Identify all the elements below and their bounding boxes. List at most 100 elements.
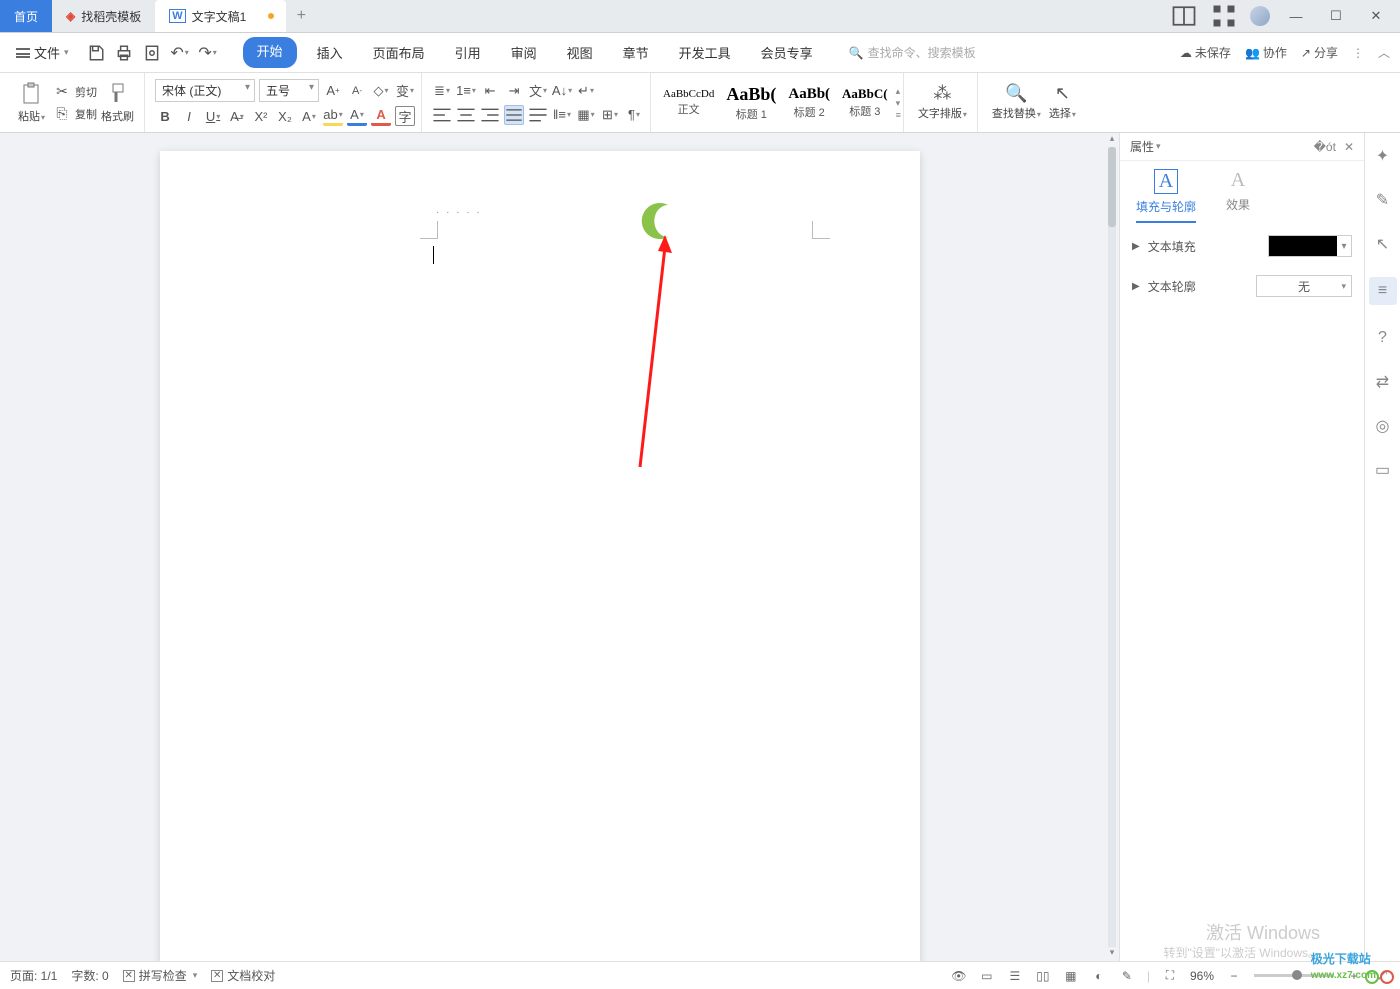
book-icon[interactable]: ▭ [1372,459,1394,481]
text-outline-select[interactable]: 无 [1256,275,1352,297]
user-avatar[interactable] [1250,6,1270,26]
italic-button[interactable]: I [179,106,199,126]
increase-font-icon[interactable]: A+ [323,81,343,101]
scroll-down-icon[interactable]: ▾ [1110,947,1115,961]
outline-view-icon[interactable]: ☰ [1007,968,1023,984]
scroll-track[interactable] [1108,147,1116,947]
tab-member[interactable]: 会员专享 [751,37,823,68]
align-right-icon[interactable] [480,105,500,125]
underline-button[interactable]: U [203,106,223,126]
tab-effects[interactable]: A效果 [1226,169,1250,223]
zoom-out-icon[interactable]: − [1226,968,1242,984]
pin-icon[interactable]: �ót [1314,140,1336,154]
pen-icon[interactable]: ✎ [1372,189,1394,211]
share-button[interactable]: ↗分享 [1301,44,1338,61]
maximize-button[interactable]: ☐ [1322,2,1350,30]
close-button[interactable]: ✕ [1362,2,1390,30]
copy-button[interactable]: ⎘复制 [53,105,97,123]
tab-fill-outline[interactable]: A填充与轮廓 [1136,169,1196,223]
arrow-cursor-icon[interactable]: ↖ [1372,233,1394,255]
web-layout-icon[interactable]: ▦ [1063,968,1079,984]
tab-add-button[interactable]: + [286,0,316,32]
sparkle-icon[interactable]: ✦ [1372,145,1394,167]
style-normal[interactable]: AaBbCcDd正文 [657,86,720,119]
style-heading3[interactable]: AaBbC(标题 3 [836,84,894,121]
style-heading1[interactable]: AaBb(标题 1 [720,82,782,124]
grid-apps-icon[interactable] [1210,2,1238,30]
tab-layout[interactable]: 页面布局 [363,37,435,68]
text-effects-button[interactable]: A [371,106,391,126]
expand-icon[interactable]: ▶ [1132,281,1140,292]
tab-developer[interactable]: 开发工具 [669,37,741,68]
tab-references[interactable]: 引用 [445,37,491,68]
tab-start[interactable]: 开始 [243,37,297,68]
format-painter-button[interactable]: 格式刷 [97,82,138,124]
decrease-font-icon[interactable]: A- [347,81,367,101]
tab-review[interactable]: 审阅 [501,37,547,68]
asian-layout-icon[interactable]: 文 [528,81,548,101]
char-border-button[interactable]: 字 [395,106,415,126]
file-menu-button[interactable]: 文件 ▾ [10,39,75,66]
reading-mode-icon[interactable] [1170,2,1198,30]
document-page[interactable]: · · · · · [160,151,920,961]
expand-icon[interactable]: ▶ [1132,241,1140,252]
style-heading2[interactable]: AaBb(标题 2 [782,84,836,122]
font-size-select[interactable]: 五号 [259,79,319,102]
tab-insert[interactable]: 插入 [307,37,353,68]
page-indicator[interactable]: 页面: 1/1 [10,967,57,984]
bold-button[interactable]: B [155,106,175,126]
focus-mode-icon[interactable]: ◐ [1091,968,1107,984]
location-icon[interactable]: ◎ [1372,415,1394,437]
tab-document-active[interactable]: W 文字文稿1 [155,0,286,32]
tab-template[interactable]: ◈ 找稻壳模板 [52,0,155,32]
zoom-level[interactable]: 96% [1190,969,1214,983]
print-icon[interactable] [115,44,133,62]
font-color-button[interactable]: A [347,106,367,126]
find-replace-button[interactable]: 🔍 查找替换 [988,85,1045,121]
paste-button[interactable]: 粘贴 [14,82,49,124]
strikethrough-button[interactable]: A̶ [227,106,247,126]
superscript-button[interactable]: X² [251,106,271,126]
vertical-scrollbar[interactable]: ▴ ▾ [1105,133,1119,961]
tab-symbol-icon[interactable]: ↵ [576,81,596,101]
redo-button[interactable]: ↷ [199,44,217,62]
proofread-button[interactable]: ✕文档校对 [211,967,275,984]
command-search[interactable]: 🔍 查找命令、搜索模板 [849,44,976,61]
reading-view-icon[interactable]: ▯▯ [1035,968,1051,984]
scroll-up-icon[interactable]: ▴ [1110,133,1115,147]
sort-icon[interactable]: A↓ [552,81,572,101]
change-case-button[interactable]: A [299,106,319,126]
unsaved-indicator[interactable]: ☁未保存 [1180,44,1231,61]
select-button[interactable]: ↖ 选择 [1045,85,1080,121]
borders-icon[interactable]: ⊞ [600,105,620,125]
paragraph-mark-icon[interactable]: ¶ [624,105,644,125]
clear-format-icon[interactable]: ◇ [371,81,391,101]
subscript-button[interactable]: X₂ [275,106,295,126]
scroll-thumb[interactable] [1108,147,1116,227]
tab-chapter[interactable]: 章节 [613,37,659,68]
font-name-select[interactable]: 宋体 (正文) [155,79,255,102]
text-layout-button[interactable]: ⁂ 文字排版 [914,85,971,121]
undo-button[interactable]: ↶ [171,44,189,62]
edit-mode-icon[interactable]: ✎ [1119,968,1135,984]
eye-icon[interactable]: 👁 [951,968,967,984]
shading-icon[interactable]: ▦ [576,105,596,125]
numbering-icon[interactable]: 1≡ [456,81,476,101]
cut-button[interactable]: ✂剪切 [53,83,97,101]
align-justify-icon[interactable] [504,105,524,125]
settings-sliders-icon[interactable]: ≡ [1369,277,1397,305]
collaborate-button[interactable]: 👥协作 [1245,44,1287,61]
phonetic-guide-icon[interactable]: 变 [395,81,415,101]
tab-home[interactable]: 首页 [0,0,52,32]
minimize-button[interactable]: — [1282,2,1310,30]
decrease-indent-icon[interactable]: ⇤ [480,81,500,101]
line-spacing-icon[interactable]: ‖≡ [552,105,572,125]
spellcheck-toggle[interactable]: ✕拼写检查▾ [123,967,198,984]
align-center-icon[interactable] [456,105,476,125]
translate-icon[interactable]: ⇄ [1372,371,1394,393]
collapse-ribbon-icon[interactable]: ︿ [1378,44,1390,61]
highlight-button[interactable]: ab [323,106,343,126]
tab-view[interactable]: 视图 [557,37,603,68]
document-area[interactable]: · · · · · ▴ ▾ [0,133,1119,961]
text-fill-color[interactable]: ▾ [1268,235,1352,257]
